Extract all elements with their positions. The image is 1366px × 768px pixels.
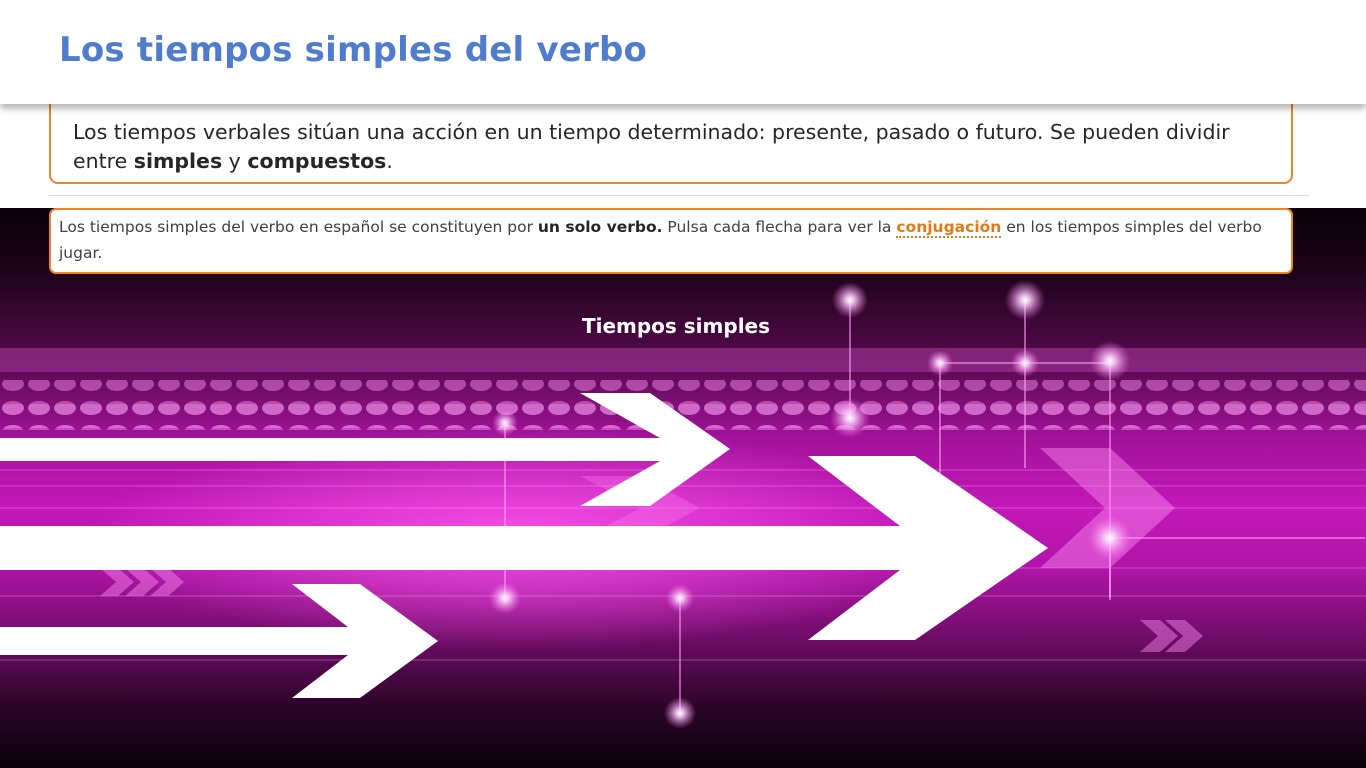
info-text-part: Los tiempos simples del verbo en español… xyxy=(59,218,538,236)
intro-connector: y xyxy=(222,149,248,173)
simples-bold: simples xyxy=(133,149,223,173)
intro-text: Los tiempos verbales sitúan una acción e… xyxy=(73,118,1263,176)
page-title: Los tiempos simples del verbo xyxy=(59,30,648,70)
separator-line xyxy=(49,195,1309,196)
conjugacion-link[interactable]: conjugación xyxy=(896,218,1002,238)
banner-subtitle: Tiempos simples xyxy=(581,314,771,338)
compuestos-bold: compuestos xyxy=(247,149,387,173)
info-box: Los tiempos simples del verbo en español… xyxy=(49,208,1293,274)
info-text: Los tiempos simples del verbo en español… xyxy=(59,214,1284,266)
intro-period: . xyxy=(386,149,393,173)
info-text-middle: Pulsa cada flecha para ver la xyxy=(662,218,897,236)
un-solo-verbo-bold: un solo verbo. xyxy=(537,218,663,236)
intro-box: Los tiempos verbales sitúan una acción e… xyxy=(49,96,1293,184)
slide-header: Los tiempos simples del verbo xyxy=(0,0,1366,104)
arrow-right-icon xyxy=(0,584,438,698)
arrow-3-button[interactable] xyxy=(0,584,438,698)
